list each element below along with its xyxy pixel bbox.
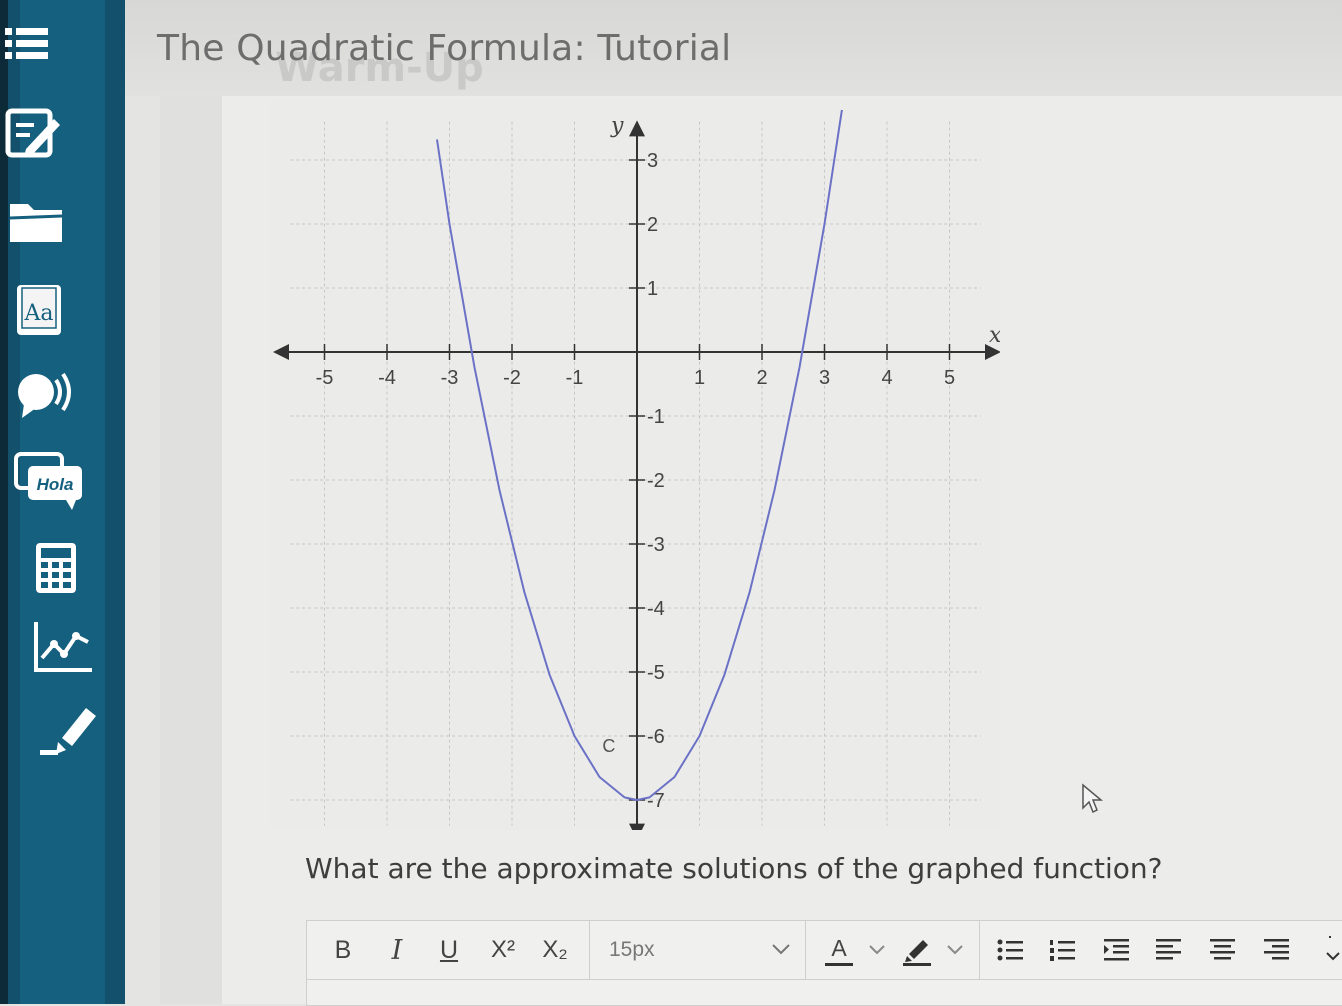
highlighter-pen-icon bbox=[903, 940, 931, 966]
indent-button[interactable] bbox=[1099, 931, 1133, 969]
graph-svg: xy-5-4-3-2-112345321-1-2-3-4-5-6-7C bbox=[270, 100, 1002, 840]
subscript-button[interactable]: X₂ bbox=[535, 931, 575, 969]
align-left-icon bbox=[1156, 939, 1181, 960]
answer-editor: B I U X² X₂ 15px A bbox=[306, 920, 1342, 1006]
chevron-down-icon bbox=[772, 944, 790, 955]
x-tick-label: 2 bbox=[756, 367, 767, 389]
x-tick-label: 3 bbox=[819, 367, 830, 389]
toolbar-overflow-button[interactable] bbox=[1323, 931, 1342, 969]
page-title: The Quadratic Formula: Tutorial bbox=[157, 28, 732, 69]
content-margin bbox=[160, 96, 222, 1004]
align-right-button[interactable] bbox=[1259, 931, 1293, 969]
y-tick-label: -5 bbox=[647, 662, 665, 684]
chevron-down-icon bbox=[947, 945, 963, 955]
highlight-color-button[interactable] bbox=[899, 931, 935, 969]
chevron-down-icon bbox=[1326, 936, 1340, 961]
tool-sidebar: Aa Hola bbox=[0, 0, 125, 1004]
tutorial-header: Warm-Up The Quadratic Formula: Tutorial bbox=[125, 0, 1342, 96]
chevron-down-icon bbox=[869, 945, 885, 955]
font-color-button[interactable]: A bbox=[819, 931, 859, 969]
align-center-button[interactable] bbox=[1205, 931, 1239, 969]
numbered-list-button[interactable] bbox=[1045, 931, 1079, 969]
y-tick-label: -6 bbox=[647, 726, 665, 748]
mouse-pointer-icon bbox=[1082, 783, 1104, 814]
y-tick-label: 3 bbox=[647, 150, 658, 172]
folder-icon[interactable] bbox=[8, 196, 64, 246]
font-size-select[interactable]: 15px bbox=[592, 921, 802, 979]
toolbar-divider bbox=[805, 921, 806, 979]
graph-panel bbox=[270, 100, 1000, 830]
italic-button[interactable]: I bbox=[381, 931, 413, 969]
bold-button[interactable]: B bbox=[327, 931, 359, 969]
font-color-label: A bbox=[831, 934, 847, 961]
question-text: What are the approximate solutions of th… bbox=[305, 852, 1163, 885]
font-size-value: 15px bbox=[609, 938, 655, 961]
underline-button[interactable]: U bbox=[433, 931, 465, 969]
y-axis-label: y bbox=[610, 113, 624, 138]
align-center-icon bbox=[1210, 939, 1235, 960]
superscript-button[interactable]: X² bbox=[483, 931, 523, 969]
y-tick-label: -3 bbox=[647, 534, 665, 556]
x-tick-label: -5 bbox=[316, 367, 334, 389]
x-tick-label: -2 bbox=[503, 367, 521, 389]
x-tick-label: 5 bbox=[944, 367, 955, 389]
font-color-swatch bbox=[825, 962, 853, 966]
toolbar-divider bbox=[979, 921, 980, 979]
dictionary-icon-label: Aa bbox=[23, 301, 53, 326]
y-tick-label: 1 bbox=[647, 278, 658, 300]
answer-text-area[interactable] bbox=[307, 979, 1342, 1006]
highlight-color-dropdown[interactable] bbox=[943, 931, 967, 969]
dictionary-icon[interactable]: Aa bbox=[14, 282, 66, 338]
align-left-button[interactable] bbox=[1151, 931, 1185, 969]
calculator-icon[interactable] bbox=[32, 540, 80, 596]
bullet-list-icon bbox=[997, 939, 1023, 961]
translation-icon[interactable]: Hola bbox=[12, 450, 86, 514]
x-tick-label: 4 bbox=[881, 367, 892, 389]
y-tick-label: -2 bbox=[647, 470, 665, 492]
y-tick-label: 2 bbox=[647, 214, 658, 236]
align-right-icon bbox=[1264, 939, 1289, 960]
indent-icon bbox=[1104, 939, 1129, 961]
parabola-graph: xy-5-4-3-2-112345321-1-2-3-4-5-6-7C bbox=[270, 100, 1002, 840]
translation-icon-label: Hola bbox=[37, 475, 74, 494]
x-tick-label: -1 bbox=[566, 367, 584, 389]
notes-icon[interactable] bbox=[4, 105, 60, 161]
x-tick-label: 1 bbox=[694, 367, 705, 389]
x-axis-label: x bbox=[989, 323, 1000, 348]
bullet-list-button[interactable] bbox=[993, 931, 1027, 969]
x-tick-label: -3 bbox=[441, 367, 459, 389]
numbered-list-icon bbox=[1050, 940, 1075, 961]
toolbar-divider bbox=[589, 921, 590, 979]
highlighter-icon[interactable] bbox=[36, 700, 100, 760]
y-tick-label: -4 bbox=[647, 598, 665, 620]
vertex-annotation: C bbox=[602, 736, 615, 756]
x-tick-label: -4 bbox=[378, 367, 396, 389]
menu-icon[interactable] bbox=[2, 22, 50, 66]
text-to-speech-icon[interactable] bbox=[14, 368, 78, 424]
font-color-dropdown[interactable] bbox=[865, 931, 889, 969]
y-tick-label: -1 bbox=[647, 406, 665, 428]
editor-toolbar: B I U X² X₂ 15px A bbox=[307, 921, 1342, 979]
graphing-icon[interactable] bbox=[30, 618, 94, 676]
